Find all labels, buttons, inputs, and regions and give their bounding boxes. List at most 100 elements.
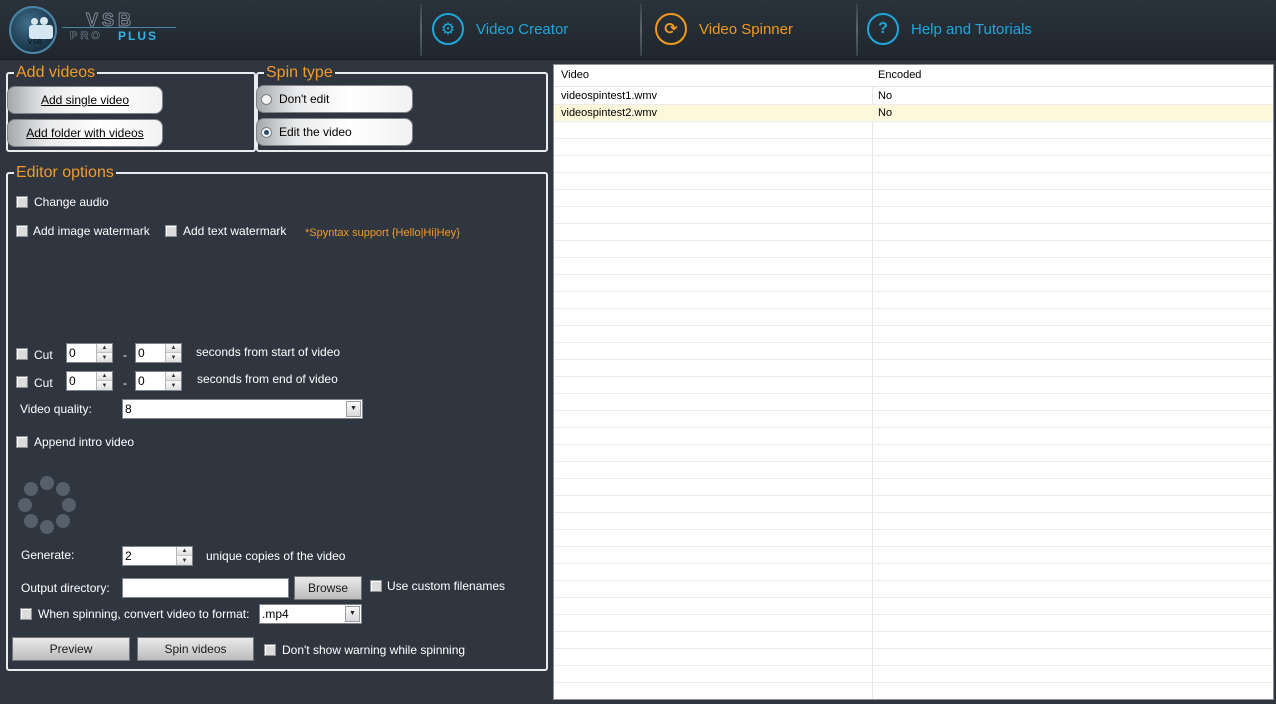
append-intro-label: Append intro video	[34, 435, 135, 449]
spin-videos-button[interactable]: Spin videos	[137, 637, 254, 661]
empty-row	[554, 309, 1273, 326]
add-folder-button[interactable]: Add folder with videos	[7, 119, 163, 147]
empty-row	[554, 581, 1273, 598]
cut-start-checkbox[interactable]	[16, 348, 28, 360]
spin-type-legend: Spin type	[264, 64, 335, 82]
nav-video-spinner[interactable]: ⟳ Video Spinner	[655, 12, 793, 46]
format-select[interactable]: .mp4 ▼	[259, 604, 362, 624]
empty-row	[554, 156, 1273, 173]
stepper-up-icon[interactable]: ▲	[97, 344, 112, 353]
empty-row	[554, 258, 1273, 275]
change-audio-checkbox[interactable]	[16, 196, 28, 208]
output-directory-input[interactable]	[122, 578, 289, 598]
cut-start-to-input[interactable]	[137, 345, 167, 361]
radio-button	[261, 93, 272, 105]
text-watermark-checkbox[interactable]	[165, 225, 177, 237]
empty-row	[554, 360, 1273, 377]
radio-edit-video[interactable]: Edit the video	[256, 118, 413, 146]
append-intro-checkbox[interactable]	[16, 436, 28, 448]
empty-row	[554, 224, 1273, 241]
video-quality-select[interactable]: 8 ▼	[122, 399, 363, 419]
generate-stepper[interactable]: ▲▼	[122, 546, 193, 566]
nav-separator	[640, 4, 642, 56]
cut-start-from-input[interactable]	[68, 345, 98, 361]
empty-row	[554, 275, 1273, 292]
cut-end-to-input[interactable]	[137, 373, 167, 389]
radio-dont-edit[interactable]: Don't edit	[256, 85, 413, 113]
stepper-down-icon[interactable]: ▼	[97, 353, 112, 362]
browse-button[interactable]: Browse	[294, 576, 362, 600]
cell-encoded: No	[878, 90, 893, 102]
cell-video: videospintest1.wmv	[561, 90, 657, 102]
cell-encoded: No	[878, 107, 893, 119]
empty-row	[554, 632, 1273, 649]
empty-row	[554, 428, 1273, 445]
radio-label: Edit the video	[279, 125, 352, 139]
image-watermark-checkbox[interactable]	[16, 225, 28, 237]
empty-row	[554, 445, 1273, 462]
logo-text: VSB	[27, 39, 43, 46]
empty-row	[554, 496, 1273, 513]
grid-header: Video Encoded	[554, 65, 1273, 87]
cut-end-from-input[interactable]	[68, 373, 98, 389]
empty-row	[554, 207, 1273, 224]
nav-separator	[420, 4, 422, 56]
editor-options-legend: Editor options	[14, 164, 116, 182]
radio-button-checked	[261, 126, 272, 138]
cut-dash: -	[123, 348, 127, 362]
empty-row	[554, 139, 1273, 156]
empty-row	[554, 377, 1273, 394]
nav-video-creator[interactable]: ⚙ Video Creator	[432, 12, 568, 46]
empty-row	[554, 598, 1273, 615]
empty-row	[554, 173, 1273, 190]
empty-row	[554, 190, 1273, 207]
stepper-down-icon[interactable]: ▼	[177, 556, 192, 565]
text-watermark-label: Add text watermark	[183, 224, 287, 238]
generate-input[interactable]	[124, 548, 176, 564]
stepper-down-icon[interactable]: ▼	[166, 353, 181, 362]
no-warning-checkbox[interactable]	[264, 644, 276, 656]
table-row[interactable]: videospintest1.wmv No	[554, 88, 1273, 105]
empty-row	[554, 530, 1273, 547]
convert-format-checkbox[interactable]	[20, 608, 32, 620]
stepper-up-icon[interactable]: ▲	[177, 547, 192, 556]
column-header-encoded[interactable]: Encoded	[878, 69, 921, 81]
cut-end-to-stepper[interactable]: ▲▼	[135, 371, 182, 391]
stepper-up-icon[interactable]: ▲	[166, 372, 181, 381]
stepper-down-icon[interactable]: ▼	[166, 381, 181, 390]
cut-end-from-stepper[interactable]: ▲▼	[66, 371, 113, 391]
nav-label: Video Spinner	[699, 20, 793, 38]
change-audio-label: Change audio	[34, 195, 109, 209]
cut-end-label: Cut	[34, 376, 53, 390]
cut-start-to-stepper[interactable]: ▲▼	[135, 343, 182, 363]
stepper-up-icon[interactable]: ▲	[166, 344, 181, 353]
video-grid[interactable]: Video Encoded videospintest1.wmv No vide…	[553, 64, 1274, 700]
nav-separator	[856, 4, 858, 56]
preview-button[interactable]: Preview	[12, 637, 130, 661]
add-single-video-button[interactable]: Add single video	[7, 86, 163, 114]
custom-filenames-checkbox[interactable]	[370, 580, 382, 592]
cell-video: videospintest2.wmv	[561, 107, 657, 119]
empty-row	[554, 479, 1273, 496]
table-row[interactable]: videospintest2.wmv No	[554, 105, 1273, 122]
empty-row	[554, 122, 1273, 139]
nav-help-tutorials[interactable]: ? Help and Tutorials	[867, 12, 1032, 46]
loading-spinner-icon	[18, 476, 80, 536]
empty-row	[554, 292, 1273, 309]
cut-start-from-stepper[interactable]: ▲▼	[66, 343, 113, 363]
cut-end-checkbox[interactable]	[16, 376, 28, 388]
generate-label: Generate:	[21, 548, 75, 562]
stepper-down-icon[interactable]: ▼	[97, 381, 112, 390]
stepper-up-icon[interactable]: ▲	[97, 372, 112, 381]
convert-format-label: When spinning, convert video to format:	[38, 607, 250, 621]
empty-row	[554, 513, 1273, 530]
empty-row	[554, 683, 1273, 699]
chevron-down-icon: ▼	[345, 606, 360, 622]
nav-label: Help and Tutorials	[911, 20, 1032, 38]
no-warning-label: Don't show warning while spinning	[282, 643, 466, 657]
empty-row	[554, 547, 1273, 564]
syntax-note: *Spyntax support {Hello|Hi|Hey}	[305, 227, 460, 239]
chevron-down-icon: ▼	[346, 401, 361, 417]
column-header-video[interactable]: Video	[561, 69, 589, 81]
empty-row	[554, 649, 1273, 666]
